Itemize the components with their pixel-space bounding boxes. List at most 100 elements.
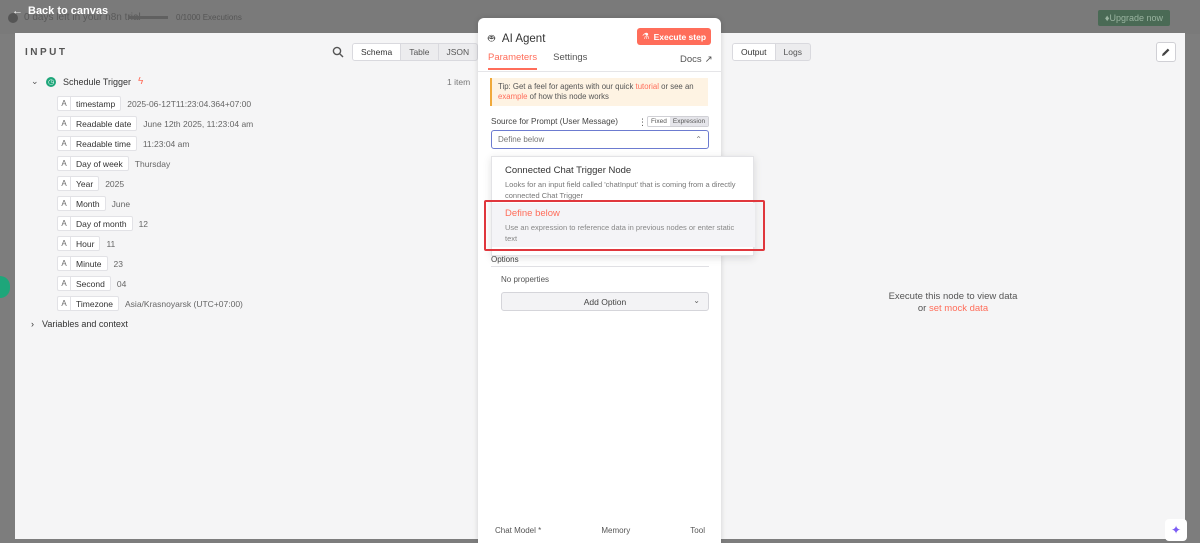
tab-parameters[interactable]: Parameters bbox=[488, 52, 538, 70]
tab-json[interactable]: JSON bbox=[439, 44, 478, 60]
fixed-option[interactable]: Fixed bbox=[648, 117, 670, 126]
input-panel: INPUT Schema Table JSON ⌄ ◷ Schedule Tri… bbox=[15, 33, 479, 539]
field-name[interactable]: Year bbox=[70, 176, 100, 191]
tutorial-link[interactable]: tutorial bbox=[636, 82, 659, 91]
schema-field[interactable]: A Day of month 12 bbox=[57, 216, 148, 231]
upgrade-button[interactable]: ♦ Upgrade now bbox=[1098, 10, 1170, 26]
flask-icon: ⚗ bbox=[641, 31, 650, 41]
field-value: 2025-06-12T11:23:04.364+07:00 bbox=[127, 98, 252, 109]
dropdown-option-connected-chat-trigger[interactable]: Connected Chat Trigger Node Looks for an… bbox=[505, 165, 740, 201]
string-type-icon: A bbox=[57, 196, 70, 211]
field-value: June bbox=[111, 198, 131, 209]
field-value: 12 bbox=[138, 218, 149, 229]
variables-label: Variables and context bbox=[42, 319, 128, 329]
docs-link[interactable]: Docs ↗ bbox=[680, 54, 713, 65]
memory-connector[interactable]: Memory bbox=[601, 526, 630, 535]
tool-connector[interactable]: Tool bbox=[690, 526, 705, 535]
edit-output-button[interactable] bbox=[1156, 42, 1176, 62]
arrow-left-icon: ← bbox=[12, 5, 23, 17]
schema-field[interactable]: A Second 04 bbox=[57, 276, 126, 291]
schema-field[interactable]: A Hour 11 bbox=[57, 236, 115, 251]
executions-progress-bar bbox=[128, 16, 168, 19]
output-view-switcher: Output Logs bbox=[732, 43, 811, 61]
input-view-switcher: Schema Table JSON bbox=[352, 43, 479, 61]
node-title: 🤖︎ AI Agent bbox=[488, 30, 545, 47]
source-for-prompt-label: Source for Prompt (User Message) bbox=[491, 117, 618, 126]
external-link-icon: ↗ bbox=[704, 54, 713, 65]
sparkle-icon[interactable]: ✦ bbox=[1165, 519, 1187, 541]
string-type-icon: A bbox=[57, 296, 70, 311]
item-count: 1 item bbox=[447, 77, 471, 87]
string-type-icon: A bbox=[57, 96, 70, 111]
schema-field[interactable]: A Month June bbox=[57, 196, 130, 211]
empty-state-or: or bbox=[917, 303, 929, 314]
node-tabs: Parameters Settings bbox=[488, 52, 587, 70]
highlight-box bbox=[484, 200, 765, 251]
field-value: Thursday bbox=[134, 158, 171, 169]
schema-field[interactable]: A timestamp 2025-06-12T11:23:04.364+07:0… bbox=[57, 96, 251, 111]
string-type-icon: A bbox=[57, 216, 70, 231]
executions-text: 0/1000 Executions bbox=[176, 13, 242, 22]
chat-model-connector[interactable]: Chat Model * bbox=[495, 526, 541, 535]
field-name[interactable]: Hour bbox=[70, 236, 101, 251]
field-value: 23 bbox=[113, 258, 123, 269]
back-to-canvas-button[interactable]: ← Back to canvas bbox=[12, 5, 108, 17]
tab-table[interactable]: Table bbox=[401, 44, 439, 60]
source-for-prompt-select[interactable]: Define below ⌃ bbox=[491, 130, 709, 149]
schema-field[interactable]: A Timezone Asia/Krasnoyarsk (UTC+07:00) bbox=[57, 296, 243, 311]
select-value: Define below bbox=[498, 135, 545, 144]
tab-logs[interactable]: Logs bbox=[776, 44, 810, 60]
trigger-node-name: Schedule Trigger bbox=[63, 76, 132, 87]
schema-field[interactable]: A Day of week Thursday bbox=[57, 156, 170, 171]
chevron-down-icon[interactable]: ⌄ bbox=[31, 76, 39, 87]
field-name[interactable]: Second bbox=[70, 276, 111, 291]
string-type-icon: A bbox=[57, 116, 70, 131]
robot-icon: 🤖︎ bbox=[488, 33, 495, 45]
execute-step-button[interactable]: ⚗ Execute step bbox=[637, 28, 711, 45]
tabs-divider bbox=[478, 71, 721, 72]
field-value: 11 bbox=[106, 238, 116, 249]
expression-option[interactable]: Expression bbox=[669, 117, 709, 126]
example-link[interactable]: example bbox=[498, 92, 527, 101]
field-value: 04 bbox=[116, 278, 127, 289]
string-type-icon: A bbox=[57, 256, 70, 271]
field-name[interactable]: timestamp bbox=[70, 96, 122, 111]
string-type-icon: A bbox=[57, 136, 70, 151]
trigger-node-row[interactable]: ⌄ ◷ Schedule Trigger ϟ bbox=[31, 76, 143, 87]
string-type-icon: A bbox=[57, 156, 70, 171]
search-icon[interactable] bbox=[332, 46, 344, 58]
schema-field[interactable]: A Readable time 11:23:04 am bbox=[57, 136, 189, 151]
pencil-icon bbox=[1162, 48, 1170, 56]
schema-field[interactable]: A Readable date June 12th 2025, 11:23:04… bbox=[57, 116, 253, 131]
string-type-icon: A bbox=[57, 236, 70, 251]
chevron-down-icon: ⌄ bbox=[693, 296, 700, 305]
tab-output[interactable]: Output bbox=[733, 44, 776, 60]
field-value: 11:23:04 am bbox=[142, 138, 190, 149]
sub-node-connectors: Chat Model * Memory Tool bbox=[495, 526, 705, 535]
field-name[interactable]: Readable date bbox=[70, 116, 138, 131]
options-divider bbox=[491, 266, 709, 267]
string-type-icon: A bbox=[57, 176, 70, 191]
field-name[interactable]: Readable time bbox=[70, 136, 137, 151]
field-name[interactable]: Day of week bbox=[70, 156, 129, 171]
field-value: 2025 bbox=[105, 178, 125, 189]
add-option-button[interactable]: Add Option ⌄ bbox=[501, 292, 709, 311]
variables-and-context-toggle[interactable]: › Variables and context bbox=[31, 319, 128, 329]
chevron-right-icon: › bbox=[31, 319, 34, 329]
tab-settings[interactable]: Settings bbox=[553, 52, 587, 70]
chat-launcher-icon[interactable] bbox=[0, 276, 10, 298]
more-vertical-icon[interactable]: ⋮ bbox=[638, 117, 647, 128]
schema-field[interactable]: A Minute 23 bbox=[57, 256, 123, 271]
field-name[interactable]: Minute bbox=[70, 256, 108, 271]
field-name[interactable]: Day of month bbox=[70, 216, 133, 231]
tab-schema[interactable]: Schema bbox=[353, 44, 402, 60]
field-value: June 12th 2025, 11:23:04 am bbox=[143, 118, 254, 129]
schema-field[interactable]: A Year 2025 bbox=[57, 176, 124, 191]
tip-callout: Tip: Get a feel for agents with our quic… bbox=[490, 78, 708, 106]
field-name[interactable]: Month bbox=[70, 196, 106, 211]
field-name[interactable]: Timezone bbox=[70, 296, 120, 311]
set-mock-data-link[interactable]: set mock data bbox=[929, 303, 988, 314]
clock-icon: ◷ bbox=[46, 76, 56, 87]
field-value: Asia/Krasnoyarsk (UTC+07:00) bbox=[125, 298, 243, 309]
ai-agent-node-panel: 🤖︎ AI Agent ⚗ Execute step Parameters Se… bbox=[478, 18, 755, 543]
